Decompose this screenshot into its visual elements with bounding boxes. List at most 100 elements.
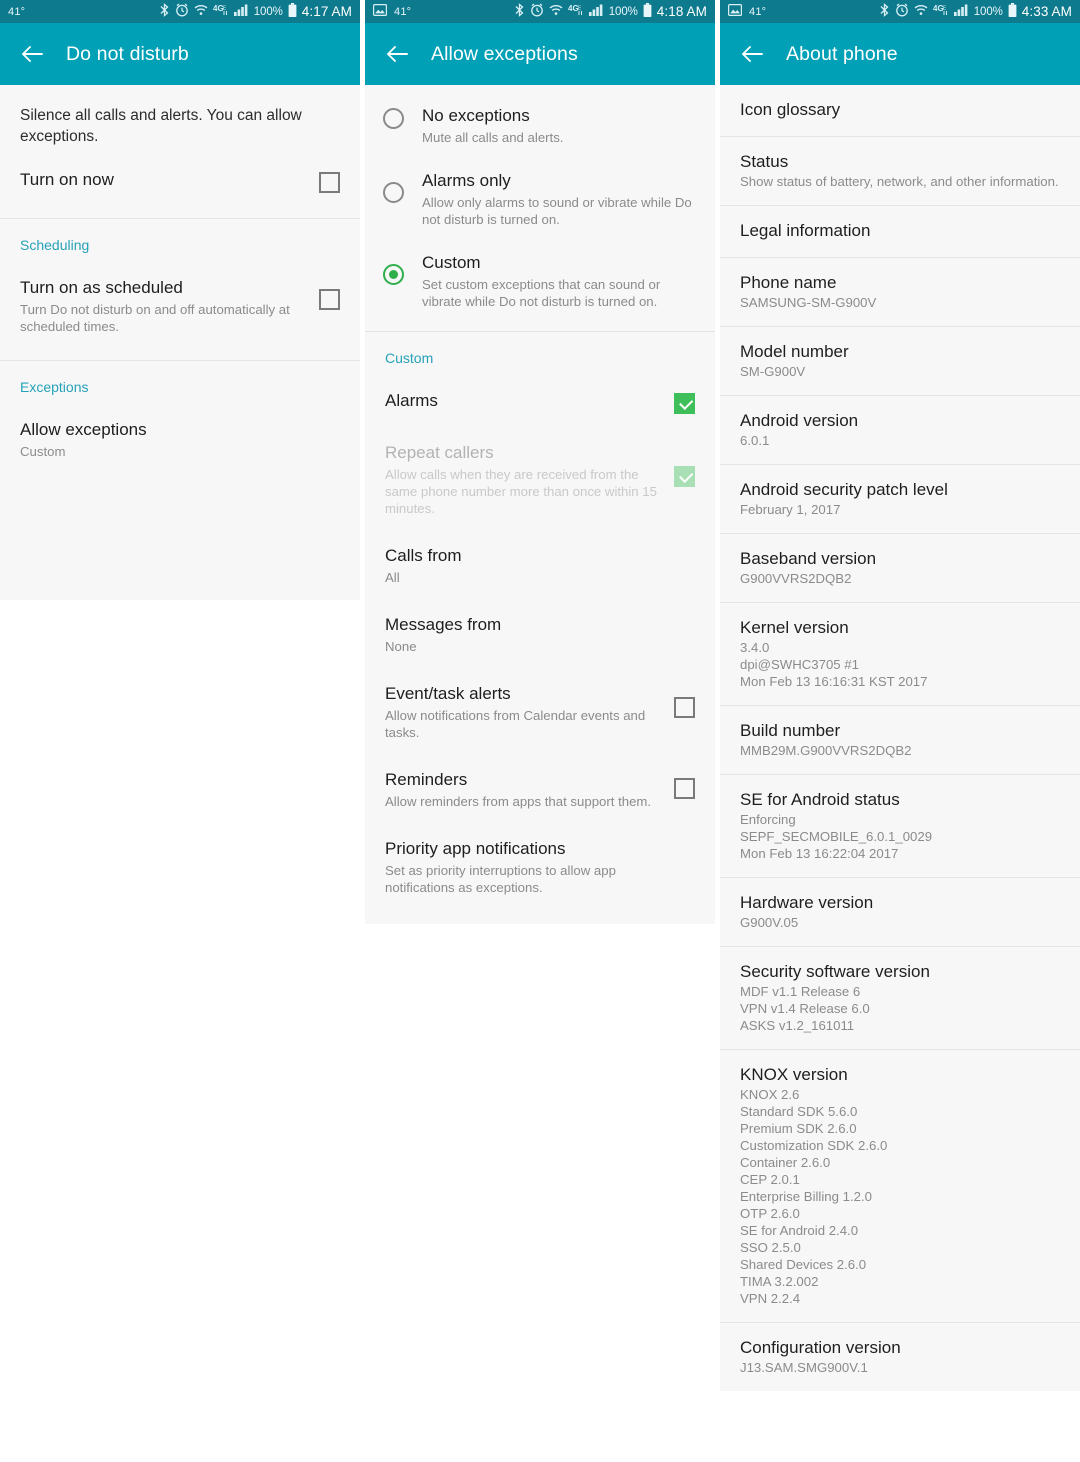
row-subtitle-line: SEPF_SECMOBILE_6.0.1_0029 (740, 829, 933, 844)
alarm-icon (895, 3, 909, 20)
row-subtitle-line: TIMA 3.2.002 (740, 1274, 819, 1289)
clock-label: 4:33 AM (1021, 4, 1072, 19)
panel-do-not-disturb: 41° 4G E 100% 4:17 AM Do not disturb Sil… (0, 0, 360, 1462)
about-row[interactable]: Configuration version J13.SAM.SMG900V.1 (720, 1323, 1080, 1391)
section-header-scheduling: Scheduling (0, 219, 360, 263)
row-subtitle-line: Mon Feb 13 16:22:04 2017 (740, 846, 899, 861)
radio-subtitle: Allow only alarms to sound or vibrate wh… (422, 195, 692, 227)
page-title: Do not disturb (66, 42, 189, 65)
battery-icon (288, 2, 297, 21)
row-title: Legal information (740, 221, 871, 240)
no-exceptions-radio[interactable] (383, 108, 404, 129)
row-turn-on-now[interactable]: Turn on now (0, 155, 360, 208)
alarm-icon (530, 3, 544, 20)
about-row[interactable]: Build number MMB29M.G900VVRS2DQB2 (720, 706, 1080, 774)
custom-radio[interactable] (383, 264, 404, 285)
alarms-checkbox[interactable] (674, 393, 695, 414)
signal-bars-icon (953, 3, 969, 20)
row-priority-app-notifications[interactable]: Priority app notifications Set as priori… (365, 824, 715, 910)
svg-text:E: E (223, 6, 227, 12)
reminders-checkbox[interactable] (674, 778, 695, 799)
row-calls-from[interactable]: Calls from All (365, 531, 715, 600)
temperature-indicator: 41° (749, 5, 767, 18)
row-reminders[interactable]: Reminders Allow reminders from apps that… (365, 755, 715, 824)
wifi-icon (549, 3, 563, 20)
bottom-filler (0, 475, 360, 600)
status-bar-right-3: 4G E 100% 4:33 AM (879, 0, 1072, 23)
row-subtitle-line: Shared Devices 2.6.0 (740, 1257, 867, 1272)
battery-icon (643, 2, 652, 21)
row-subtitle-line: dpi@SWHC3705 #1 (740, 657, 859, 672)
about-row[interactable]: Kernel version 3.4.0 dpi@SWHC3705 #1 Mon Fe… (720, 603, 1080, 705)
row-title: Messages from (385, 615, 502, 634)
about-row[interactable]: Hardware version G900V.05 (720, 878, 1080, 946)
row-subtitle-line: G900V.05 (740, 915, 799, 930)
about-phone-list: Icon glossary Status Show status of batter… (720, 85, 1080, 1391)
radio-row-no-exceptions[interactable]: No exceptions Mute all calls and alerts. (365, 93, 715, 158)
app-bar-1: Do not disturb (0, 23, 360, 85)
battery-percent-label: 100% (973, 5, 1003, 18)
row-subtitle-line: SAMSUNG-SM-G900V (740, 295, 877, 310)
about-row[interactable]: Android version 6.0.1 (720, 396, 1080, 464)
turn-on-as-scheduled-checkbox[interactable] (319, 289, 340, 310)
radio-text: Alarms only Allow only alarms to sound o… (422, 170, 695, 228)
about-row[interactable]: Model number SM-G900V (720, 327, 1080, 395)
about-row[interactable]: Status Show status of battery, network, a… (720, 137, 1080, 205)
row-title: Turn on now (20, 170, 114, 189)
alarm-icon (175, 3, 189, 20)
about-row[interactable]: Android security patch level February 1, … (720, 465, 1080, 533)
row-allow-exceptions[interactable]: Allow exceptions Custom (0, 405, 360, 475)
alarms-only-radio[interactable] (383, 182, 404, 203)
back-arrow-icon[interactable] (385, 42, 409, 66)
bluetooth-icon (514, 3, 525, 20)
radio-text: No exceptions Mute all calls and alerts. (422, 105, 695, 146)
about-row[interactable]: Legal information (720, 206, 1080, 257)
status-bar-left-3: 41° (728, 4, 766, 19)
about-row[interactable]: Baseband version G900VVRS2DQB2 (720, 534, 1080, 602)
row-title: Android security patch level (740, 480, 948, 499)
row-title: Status (740, 152, 789, 171)
row-title: Repeat callers (385, 443, 494, 462)
status-bar-left-1: 41° (8, 6, 25, 18)
about-row[interactable]: Phone name SAMSUNG-SM-G900V (720, 258, 1080, 326)
spacer (365, 322, 715, 331)
about-row[interactable]: KNOX version KNOX 2.6 Standard SDK 5.6.0 Pr… (720, 1050, 1080, 1322)
row-title: KNOX version (740, 1065, 848, 1084)
status-bar-3: 41° 4G E 100% 4:33 AM (720, 0, 1080, 23)
radio-title: No exceptions (422, 106, 530, 125)
row-title: Icon glossary (740, 100, 841, 119)
row-alarms-text: Alarms (385, 390, 674, 412)
row-messages-from[interactable]: Messages from None (365, 600, 715, 669)
radio-subtitle: Set custom exceptions that can sound or … (422, 277, 661, 309)
about-row[interactable]: Security software version MDF v1.1 Releas… (720, 947, 1080, 1049)
row-subtitle: Set as priority interruptions to allow a… (385, 863, 616, 895)
radio-text: Custom Set custom exceptions that can so… (422, 252, 695, 310)
panel-about-phone: 41° 4G E 100% 4:33 AM About phone Icon g… (720, 0, 1080, 1462)
about-row[interactable]: SE for Android status Enforcing SEPF_SECMO… (720, 775, 1080, 877)
row-subtitle-line: Show status of battery, network, and oth… (740, 174, 1059, 189)
row-subtitle-line: 6.0.1 (740, 433, 770, 448)
radio-row-alarms-only[interactable]: Alarms only Allow only alarms to sound o… (365, 158, 715, 240)
row-title: Hardware version (740, 893, 874, 912)
row-subtitle: Allow calls when they are received from … (385, 467, 657, 516)
row-title: Event/task alerts (385, 684, 511, 703)
row-repeat-callers: Repeat callers Allow calls when they are… (365, 428, 715, 531)
row-subtitle-line: 3.4.0 (740, 640, 770, 655)
row-subtitle-line: ASKS v1.2_161011 (740, 1018, 855, 1033)
back-arrow-icon[interactable] (740, 42, 764, 66)
row-alarms[interactable]: Alarms (365, 376, 715, 428)
turn-on-now-checkbox[interactable] (319, 172, 340, 193)
row-turn-on-as-scheduled[interactable]: Turn on as scheduled Turn Do not disturb… (0, 263, 360, 350)
about-row[interactable]: Icon glossary (720, 85, 1080, 136)
event-task-alerts-checkbox[interactable] (674, 697, 695, 718)
allow-exceptions-content: No exceptions Mute all calls and alerts.… (365, 85, 715, 924)
dnd-intro-text: Silence all calls and alerts. You can al… (0, 85, 360, 155)
status-bar-right-2: 4G E 100% 4:18 AM (514, 0, 707, 23)
row-event-task-alerts[interactable]: Event/task alerts Allow notifications fr… (365, 669, 715, 755)
svg-text:E: E (943, 6, 947, 12)
back-arrow-icon[interactable] (20, 42, 44, 66)
radio-row-custom[interactable]: Custom Set custom exceptions that can so… (365, 240, 715, 322)
4g-lte-icon: 4G E (933, 3, 949, 20)
row-subtitle-line: Mon Feb 13 16:16:31 KST 2017 (740, 674, 928, 689)
row-subtitle-line: VPN v1.4 Release 6.0 (740, 1001, 870, 1016)
